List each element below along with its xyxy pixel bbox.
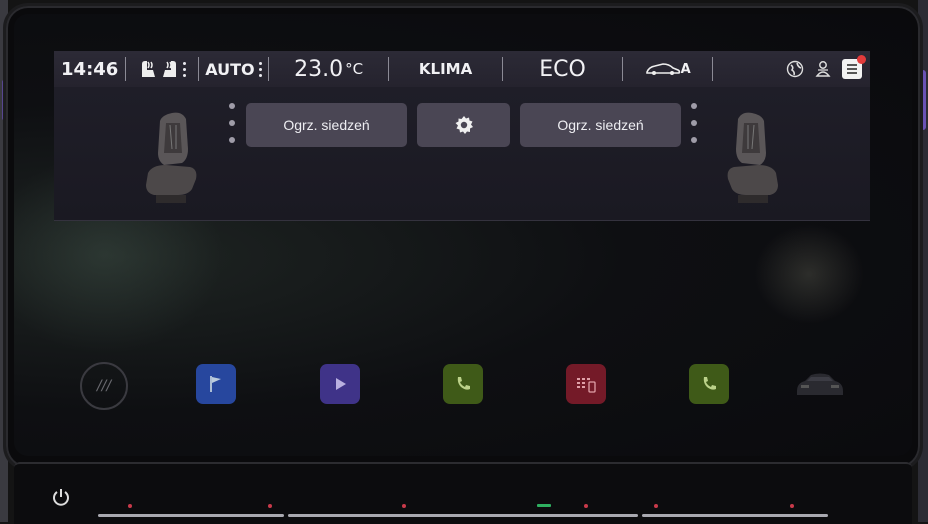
indicator-led xyxy=(268,504,272,508)
car-icon xyxy=(797,373,843,395)
left-seat-heating-button[interactable]: Ogrz. siedzeń xyxy=(246,103,407,147)
seat-heating-icon xyxy=(141,61,176,77)
temperature-value: 23.0 xyxy=(294,56,344,82)
indicator-led xyxy=(790,504,794,508)
klima-button[interactable]: KLIMA xyxy=(389,51,502,87)
car-mode-suffix: A xyxy=(680,61,691,77)
phone-icon xyxy=(457,377,470,390)
play-icon xyxy=(336,378,346,390)
indicator-led xyxy=(128,504,132,508)
screen-glare-right xyxy=(754,224,864,324)
more-dots-icon xyxy=(182,61,186,77)
indicator-led xyxy=(584,504,588,508)
drive-assist-button[interactable]: A xyxy=(623,51,712,87)
touch-slider-center[interactable] xyxy=(288,514,638,517)
profile-icon[interactable] xyxy=(814,60,832,78)
navigation-flag-button[interactable] xyxy=(196,364,236,404)
temperature-control[interactable]: 23.0 °C xyxy=(269,51,388,87)
status-icons xyxy=(713,51,870,87)
phone-button-2[interactable] xyxy=(689,364,729,404)
left-seat-options-icon[interactable] xyxy=(229,103,235,143)
right-seat-icon[interactable] xyxy=(720,109,782,209)
list-icon xyxy=(846,64,857,74)
menu-icon[interactable]: /// xyxy=(80,362,128,410)
flag-icon xyxy=(210,376,221,392)
physical-control-strip xyxy=(14,462,912,524)
phone-button[interactable] xyxy=(443,364,483,404)
eco-mode-button[interactable]: ECO xyxy=(503,51,622,87)
phone-keypad-icon xyxy=(577,378,596,393)
globe-icon[interactable] xyxy=(786,60,804,78)
notification-icon[interactable] xyxy=(841,55,866,79)
left-seat-icon[interactable] xyxy=(142,109,204,209)
media-play-button[interactable] xyxy=(320,364,360,404)
clock: 14:46 xyxy=(61,58,119,80)
more-dots-icon xyxy=(258,61,262,77)
indicator-led-green xyxy=(537,504,551,507)
notification-badge xyxy=(856,55,866,64)
indicator-led xyxy=(402,504,406,508)
seat-settings-button[interactable] xyxy=(417,103,510,147)
touch-slider-right[interactable] xyxy=(642,514,828,517)
right-seat-options-icon[interactable] xyxy=(691,103,697,143)
indicator-led xyxy=(654,504,658,508)
auto-label: AUTO xyxy=(205,59,255,79)
right-seat-heating-button[interactable]: Ogrz. siedzeń xyxy=(520,103,681,147)
vehicle-button[interactable] xyxy=(792,364,848,404)
status-bar: 14:46 AUTO 23.0 °C KLIMA ECO A xyxy=(54,51,870,87)
phone-icon xyxy=(703,377,716,390)
power-icon[interactable] xyxy=(52,488,70,506)
gear-icon xyxy=(455,116,473,134)
ambient-light-right xyxy=(920,70,926,130)
seat-heating-panel: Ogrz. siedzeń Ogrz. siedzeń xyxy=(54,87,870,221)
car-icon xyxy=(645,63,680,75)
temperature-unit: °C xyxy=(345,60,364,78)
phone-keypad-button[interactable] xyxy=(566,364,606,404)
app-dock: /// xyxy=(14,354,912,414)
auto-climate-button[interactable]: AUTO xyxy=(199,51,268,87)
infotainment-screen: 14:46 AUTO 23.0 °C KLIMA ECO A Ogrz. sie… xyxy=(14,14,912,456)
touch-slider-left[interactable] xyxy=(98,514,284,517)
seat-heating-shortcut[interactable] xyxy=(126,51,197,87)
